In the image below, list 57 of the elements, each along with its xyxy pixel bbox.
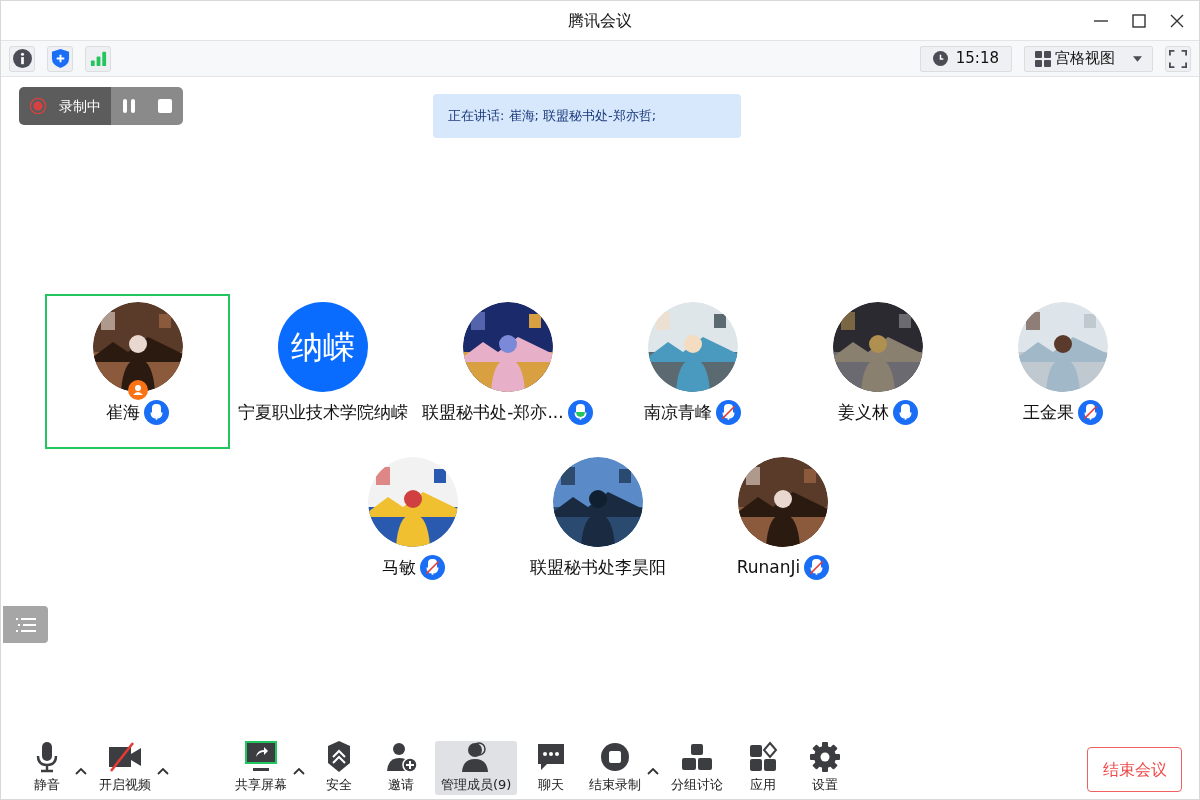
participant-tile[interactable]: 联盟秘书处李昊阳 — [505, 449, 691, 604]
toolbar-button[interactable]: 安全 — [311, 741, 367, 795]
camera-off-icon — [107, 741, 143, 774]
caret-icon[interactable] — [157, 767, 169, 775]
participant-name: 王金果 — [1022, 401, 1074, 424]
participant-tile[interactable]: 王金果 — [970, 294, 1155, 449]
view-dropdown[interactable]: 宫格视图 — [1024, 45, 1153, 72]
security-button[interactable] — [47, 45, 73, 72]
info-icon — [12, 49, 32, 68]
share-screen-icon — [243, 741, 279, 774]
shield-plus-icon — [50, 49, 70, 68]
participant-name: 联盟秘书处-郑亦... — [422, 401, 564, 424]
caret-icon[interactable] — [75, 767, 87, 775]
stop-icon[interactable] — [157, 98, 173, 114]
participant-name: RunanJi — [736, 556, 801, 579]
toolbar-button[interactable]: 共享屏幕 — [229, 741, 293, 795]
participant-name: 马敏 — [381, 556, 416, 579]
end-meeting-button[interactable]: 结束会议 — [1087, 747, 1182, 792]
toolbar-button[interactable]: 结束录制 — [583, 741, 648, 795]
toolbar-button[interactable]: 邀请 — [373, 741, 429, 795]
toolbar-button[interactable]: 聊天 — [523, 741, 580, 795]
pause-icon[interactable] — [121, 98, 137, 114]
speaking-text: 正在讲话: 崔海; 联盟秘书处-郑亦哲; — [448, 107, 657, 126]
participant-tile[interactable]: 马敏 — [320, 449, 506, 604]
toolbar-button[interactable]: 管理成员(9) — [435, 741, 518, 795]
initials-avatar: 纳嵘 — [277, 302, 368, 392]
participant-name: 南凉青峰 — [644, 401, 712, 424]
toolbar-button[interactable]: 应用 — [735, 741, 792, 795]
caret-icon[interactable] — [647, 767, 660, 775]
participant-tile[interactable]: 联盟秘书处-郑亦... — [415, 294, 600, 449]
caret-icon[interactable] — [293, 767, 305, 775]
window-title: 腾讯会议 — [568, 9, 632, 32]
record-dot-icon — [29, 97, 47, 115]
clock-icon — [932, 51, 948, 66]
participant-tile[interactable]: 纳嵘 宁夏职业技术学院纳嵘 — [230, 294, 415, 449]
participant-tile[interactable]: 南凉青峰 — [600, 294, 785, 449]
toolbar-button[interactable]: 开启视频 — [93, 741, 157, 795]
list-icon — [15, 616, 36, 633]
time-text: 15:18 — [955, 48, 999, 70]
toolbar-button[interactable]: 分组讨论 — [665, 741, 730, 795]
participant-name: 宁夏职业技术学院纳嵘 — [237, 401, 408, 424]
fullscreen-button[interactable] — [1165, 45, 1191, 72]
participant-name: 联盟秘书处李昊阳 — [530, 556, 666, 579]
participant-tile[interactable]: 姜义林 — [785, 294, 970, 449]
dropdown-arrow-icon — [1133, 55, 1142, 62]
fullscreen-icon — [1169, 49, 1187, 68]
signal-icon — [88, 49, 108, 68]
grid-icon — [1035, 50, 1051, 67]
participant-tile[interactable]: RunanJi — [690, 449, 876, 604]
recording-label: 录制中 — [59, 96, 101, 116]
toolbar-button[interactable]: 设置 — [797, 741, 854, 795]
participant-name: 姜义林 — [837, 401, 889, 424]
list-toggle-button[interactable] — [3, 606, 48, 643]
participant-tile[interactable]: 崔海 — [45, 294, 230, 449]
info-button[interactable] — [9, 45, 35, 72]
toolbar-button[interactable]: 静音 — [19, 741, 75, 795]
participant-name: 崔海 — [106, 401, 140, 424]
